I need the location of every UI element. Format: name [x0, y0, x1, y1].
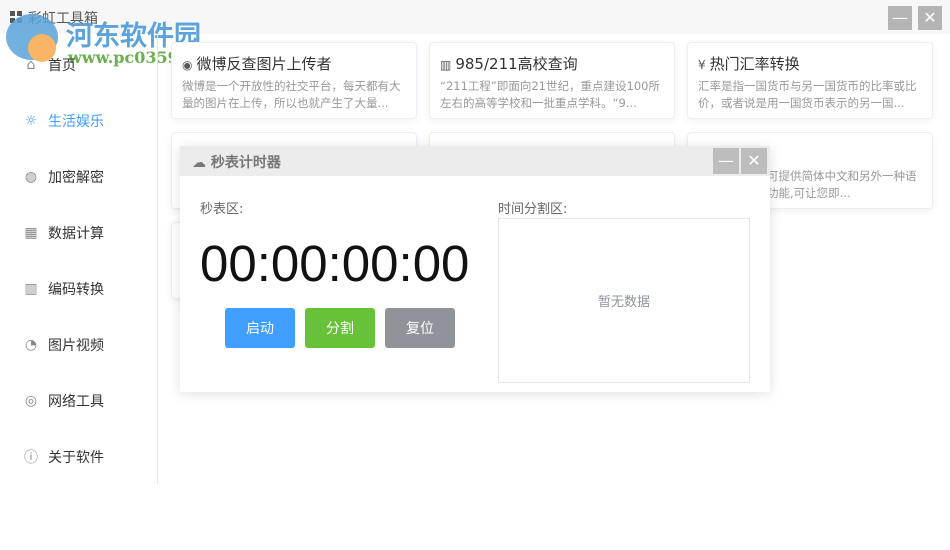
sidebar-item-2[interactable]: ◍ 加密解密 — [22, 165, 104, 189]
dialog-close-button[interactable]: ✕ — [741, 148, 767, 174]
sidebar-item-6[interactable]: ◎ 网络工具 — [22, 389, 104, 413]
home-icon: ⌂ — [26, 57, 36, 73]
sidebar-item-label: 编码转换 — [48, 282, 104, 298]
reset-button[interactable]: 复位 — [385, 308, 455, 348]
app-grid-icon — [10, 11, 22, 23]
barcode-icon: ▥ — [24, 281, 38, 297]
tool-card[interactable]: ¥ 热门汇率转换汇率是指一国货币与另一国货币的比率或比价，或者说是用一国货币表示的… — [687, 42, 933, 119]
dialog-header: ☁ 秒表计时器 — ✕ — [180, 146, 770, 176]
stopwatch-dialog: ☁ 秒表计时器 — ✕ 秒表区: 00:00:00:00 启动 分割 复位 时间… — [180, 146, 770, 392]
sparkle-icon: ☼ — [24, 113, 38, 129]
card-title: 985/211高校查询 — [455, 55, 578, 73]
sidebar-item-label: 首页 — [48, 58, 76, 74]
card-description: “211工程”即面向21世纪，重点建设100所左右的高等学校和一批重点学科。“9… — [440, 79, 660, 110]
calculator-icon: ▦ — [24, 225, 38, 241]
image-icon: ◔ — [24, 337, 38, 353]
app-title: 彩虹工具箱 — [28, 11, 98, 27]
sidebar-item-label: 数据计算 — [48, 226, 104, 242]
split-label: 时间分割区: — [498, 202, 568, 217]
sidebar-item-label: 加密解密 — [48, 170, 104, 186]
stopwatch-label: 秒表区: — [200, 202, 244, 217]
building-icon: ▥ — [440, 58, 452, 72]
card-title: 微博反查图片上传者 — [196, 55, 332, 73]
sidebar-item-label: 关于软件 — [48, 450, 104, 466]
tool-card[interactable]: ▥ 985/211高校查询 “211工程”即面向21世纪，重点建设100所左右的高等… — [429, 42, 675, 119]
sidebar-item-label: 生活娱乐 — [48, 114, 104, 130]
tool-card[interactable]: ◉ 微博反查图片上传者微博是一个开放性的社交平台，每天都有大量的图片在上传，所以也… — [171, 42, 417, 119]
stopwatch-display: 00:00:00:00 — [200, 235, 470, 292]
weibo-icon: ◉ — [182, 58, 193, 72]
cloud-upload-icon: ☁ — [192, 155, 206, 171]
sidebar-item-1[interactable]: ☼ 生活娱乐 — [22, 109, 104, 133]
card-description: 汇率是指一国货币与另一国货币的比率或比价，或者说是用一国货币表示的另一国... — [698, 79, 917, 110]
sidebar-item-7[interactable]: ⓘ 关于软件 — [22, 445, 104, 469]
split-list: 暂无数据 — [498, 218, 750, 383]
card-description: 微博是一个开放性的社交平台，每天都有大量的图片在上传，所以也就产生了大量... — [182, 79, 401, 110]
sidebar-item-0[interactable]: ⌂ 首页 — [22, 53, 76, 77]
sidebar-item-5[interactable]: ◔ 图片视频 — [22, 333, 104, 357]
info-icon: ⓘ — [24, 450, 38, 466]
split-button[interactable]: 分割 — [305, 308, 375, 348]
title-bar: 彩虹工具箱 — ✕ — [0, 0, 950, 34]
start-button[interactable]: 启动 — [225, 308, 295, 348]
sidebar-item-4[interactable]: ▥ 编码转换 — [22, 277, 104, 301]
minimize-button[interactable]: — — [888, 6, 912, 30]
currency-icon: ¥ — [698, 58, 706, 72]
close-button[interactable]: ✕ — [918, 6, 942, 30]
sidebar-item-label: 图片视频 — [48, 338, 104, 354]
sidebar: ⌂ 首页 ☼ 生活娱乐 ◍ 加密解密 ▦ 数据计算 ▥ 编码转换 ◔ 图片视频 ◎ 网络工具 ⓘ 关于软件 — [0, 34, 158, 484]
lock-icon: ◍ — [24, 169, 38, 185]
sidebar-item-3[interactable]: ▦ 数据计算 — [22, 221, 104, 245]
dialog-minimize-button[interactable]: — — [713, 148, 739, 174]
empty-text: 暂无数据 — [597, 295, 650, 310]
sidebar-item-label: 网络工具 — [48, 394, 104, 410]
signal-icon: ◎ — [24, 393, 38, 409]
dialog-title: 秒表计时器 — [210, 155, 281, 171]
card-title: 热门汇率转换 — [709, 55, 800, 73]
